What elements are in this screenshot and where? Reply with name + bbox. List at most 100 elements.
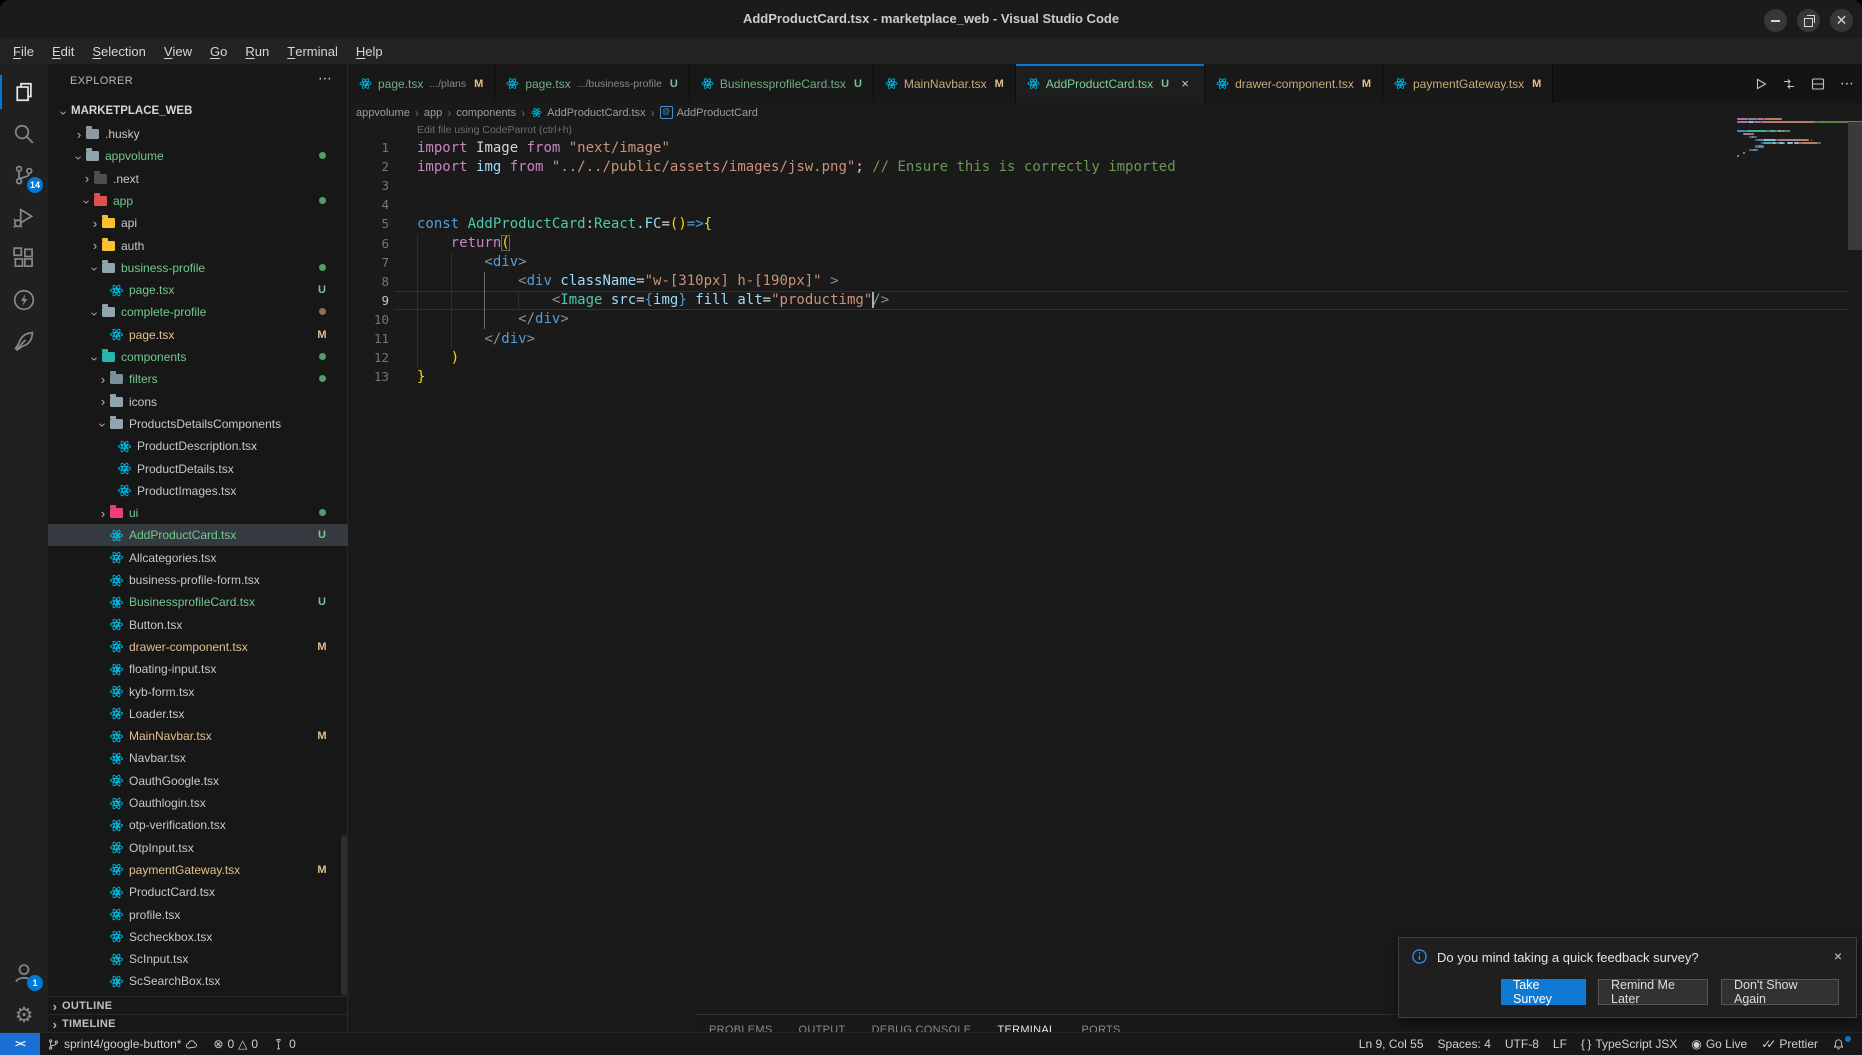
branch-indicator[interactable]: sprint4/google-button* xyxy=(40,1033,206,1055)
eol[interactable]: LF xyxy=(1546,1033,1574,1055)
tab-page-tsx[interactable]: page.tsx.../plansM xyxy=(348,64,495,103)
sidebar-root-folder[interactable]: ›MARKETPLACE_WEB xyxy=(48,100,357,122)
toast-button-take-survey[interactable]: Take Survey xyxy=(1501,979,1586,1005)
sidebar-item-appvolume[interactable]: ›appvolume xyxy=(48,145,372,167)
cursor-position[interactable]: Ln 9, Col 55 xyxy=(1352,1033,1431,1055)
sidebar-item-oauthgoogle-tsx[interactable]: OauthGoogle.tsx xyxy=(48,770,396,792)
remote-indicator[interactable]: >< xyxy=(0,1033,40,1055)
code-line[interactable]: 2import img from "../../public/assets/im… xyxy=(348,157,1848,176)
tab-page-tsx[interactable]: page.tsx.../business-profileU xyxy=(495,64,690,103)
sidebar-item-ui[interactable]: ›ui xyxy=(48,502,396,524)
code-editor[interactable]: 1import Image from "next/image"2import i… xyxy=(348,122,1862,1014)
code-line[interactable]: 8 <div className="w-[310px] h-[190px]" > xyxy=(348,272,1848,291)
breadcrumb-item-appvolume[interactable]: appvolume xyxy=(356,107,410,119)
extensions-icon[interactable] xyxy=(0,237,48,279)
sidebar-item-otp-verification-tsx[interactable]: otp-verification.tsx xyxy=(48,814,396,836)
account-icon[interactable]: 1 xyxy=(0,952,48,994)
menu-item-run[interactable]: Run xyxy=(236,38,278,64)
source-control-icon[interactable]: 14 xyxy=(0,154,48,196)
sidebar-item-allcategories-tsx[interactable]: Allcategories.tsx xyxy=(48,547,396,569)
sidebar-item-button-tsx[interactable]: Button.tsx xyxy=(48,614,396,636)
minimize-button[interactable] xyxy=(1764,9,1787,32)
sidebar-item-business-profile[interactable]: ›business-profile xyxy=(48,257,388,279)
open-changes-icon[interactable] xyxy=(1778,73,1800,95)
split-editor-icon[interactable] xyxy=(1807,73,1829,95)
broadcast-indicator[interactable]: 0 xyxy=(265,1033,303,1055)
sidebar-item--next[interactable]: ›.next xyxy=(48,168,380,190)
sidebar-item-app[interactable]: ›app xyxy=(48,190,380,212)
code-line[interactable]: 6 return( xyxy=(348,234,1848,253)
settings-gear-icon[interactable]: ⚙ xyxy=(0,994,48,1036)
sidebar-item-filters[interactable]: ›filters xyxy=(48,368,396,390)
language-mode[interactable]: { }TypeScript JSX xyxy=(1574,1033,1684,1055)
notifications-bell[interactable] xyxy=(1825,1033,1854,1055)
code-line[interactable]: 10 </div> xyxy=(348,310,1848,329)
menu-item-terminal[interactable]: Terminal xyxy=(278,38,347,64)
indentation[interactable]: Spaces: 4 xyxy=(1431,1033,1498,1055)
close-button[interactable]: ✕ xyxy=(1830,9,1853,32)
sidebar-item-page-tsx[interactable]: page.tsxU xyxy=(48,279,396,301)
menu-item-view[interactable]: View xyxy=(155,38,201,64)
sidebar-item-components[interactable]: ›components xyxy=(48,346,388,368)
sidebar-item-loader-tsx[interactable]: Loader.tsx xyxy=(48,703,396,725)
editor-scrollbar[interactable] xyxy=(1848,122,1862,250)
search-icon[interactable] xyxy=(0,113,48,155)
menu-item-help[interactable]: Help xyxy=(347,38,392,64)
code-line[interactable]: 3 xyxy=(348,176,1848,195)
toast-button-remind-me-later[interactable]: Remind Me Later xyxy=(1598,979,1708,1005)
explorer-more-actions[interactable]: ⋯ xyxy=(314,70,336,87)
files-icon[interactable] xyxy=(0,71,48,113)
sidebar-item-icons[interactable]: ›icons xyxy=(48,391,396,413)
code-line[interactable]: 12 ) xyxy=(348,348,1848,367)
toast-button-don-t-show-again[interactable]: Don't Show Again xyxy=(1721,979,1839,1005)
encoding[interactable]: UTF-8 xyxy=(1498,1033,1546,1055)
go-live[interactable]: ◉Go Live xyxy=(1684,1033,1754,1055)
sidebar-item-business-profile-form-tsx[interactable]: business-profile-form.tsx xyxy=(48,569,396,591)
quill-icon[interactable] xyxy=(0,320,48,362)
tab-paymentgateway-tsx[interactable]: paymentGateway.tsxM xyxy=(1383,64,1553,103)
menu-item-file[interactable]: File xyxy=(4,38,43,64)
code-line[interactable]: 5const AddProductCard:React.FC=()=>{ xyxy=(348,214,1848,233)
tab-drawer-component-tsx[interactable]: drawer-component.tsxM xyxy=(1205,64,1383,103)
tab-addproductcard-tsx[interactable]: AddProductCard.tsxU× xyxy=(1016,64,1205,103)
restore-button[interactable] xyxy=(1797,9,1820,32)
breadcrumb-item-addproductcard[interactable]: @AddProductCard xyxy=(660,106,758,119)
sidebar-item-page-tsx[interactable]: page.tsxM xyxy=(48,324,396,346)
more-actions-icon[interactable]: ⋯ xyxy=(1836,73,1858,95)
sidebar-item-auth[interactable]: ›auth xyxy=(48,235,388,257)
section-timeline[interactable]: ›TIMELINE xyxy=(48,1014,348,1033)
code-line[interactable]: 9 <Image src={img} fill alt="productimg"… xyxy=(348,291,1848,310)
code-line[interactable]: 11 </div> xyxy=(348,329,1848,348)
menu-item-edit[interactable]: Edit xyxy=(43,38,83,64)
thunder-icon[interactable] xyxy=(0,279,48,321)
tab-businessprofilecard-tsx[interactable]: BusinessprofileCard.tsxU xyxy=(690,64,874,103)
run-icon[interactable] xyxy=(1749,73,1771,95)
section-outline[interactable]: ›OUTLINE xyxy=(48,996,348,1015)
problems-indicator[interactable]: ⊗0△0 xyxy=(206,1033,265,1055)
code-line[interactable]: 4 xyxy=(348,195,1848,214)
breadcrumb-item-addproductcard-tsx[interactable]: AddProductCard.tsx xyxy=(530,106,645,119)
breadcrumb-item-components[interactable]: components xyxy=(456,107,516,119)
breadcrumb-item-app[interactable]: app xyxy=(424,107,442,119)
sidebar-item-oauthlogin-tsx[interactable]: Oauthlogin.tsx xyxy=(48,792,396,814)
sidebar-item-complete-profile[interactable]: ›complete-profile xyxy=(48,301,388,323)
sidebar-item-drawer-component-tsx[interactable]: drawer-component.tsxM xyxy=(48,636,396,658)
toast-close-icon[interactable]: × xyxy=(1829,948,1847,964)
sidebar-item-floating-input-tsx[interactable]: floating-input.tsx xyxy=(48,658,396,680)
code-line[interactable]: 7 <div> xyxy=(348,253,1848,272)
code-line[interactable]: 13} xyxy=(348,367,1848,386)
sidebar-item-addproductcard-tsx[interactable]: AddProductCard.tsxU xyxy=(48,524,396,546)
sidebar-item-mainnavbar-tsx[interactable]: MainNavbar.tsxM xyxy=(48,725,396,747)
menu-item-go[interactable]: Go xyxy=(201,38,236,64)
sidebar-item-kyb-form-tsx[interactable]: kyb-form.tsx xyxy=(48,681,396,703)
prettier[interactable]: ✓✓Prettier xyxy=(1754,1033,1825,1055)
sidebar-item-api[interactable]: ›api xyxy=(48,212,388,234)
run-debug-icon[interactable] xyxy=(0,196,48,238)
code-line[interactable]: 1import Image from "next/image" xyxy=(348,138,1848,157)
tab-mainnavbar-tsx[interactable]: MainNavbar.tsxM xyxy=(874,64,1016,103)
sidebar-item-productsdetailscomponents[interactable]: ›ProductsDetailsComponents xyxy=(48,413,396,435)
sidebar-scrollbar[interactable] xyxy=(341,835,347,995)
sidebar-item-businessprofilecard-tsx[interactable]: BusinessprofileCard.tsxU xyxy=(48,591,396,613)
sidebar-item--husky[interactable]: ›.husky xyxy=(48,123,372,145)
menu-item-selection[interactable]: Selection xyxy=(83,38,154,64)
